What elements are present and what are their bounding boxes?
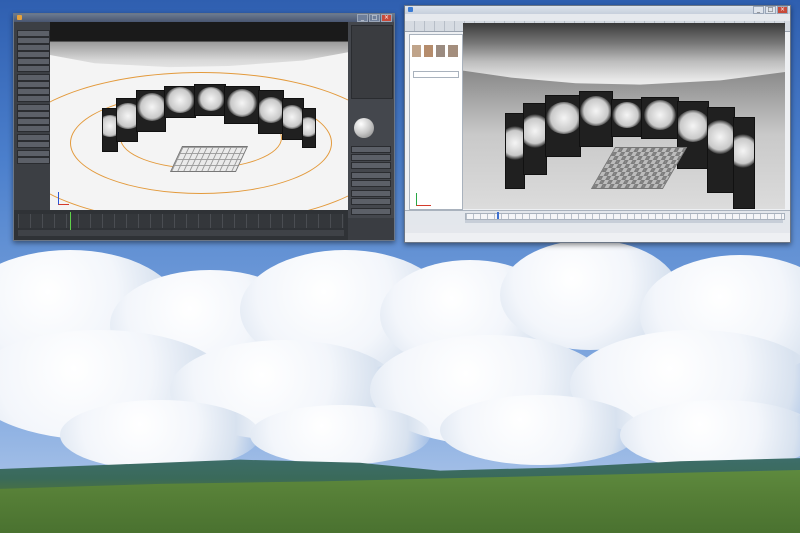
menu-bar[interactable] <box>405 14 790 21</box>
property-field[interactable] <box>351 154 391 161</box>
close-icon[interactable]: × <box>777 6 788 14</box>
scene-tree-panel[interactable] <box>409 34 463 210</box>
object-icons-row[interactable] <box>412 45 458 57</box>
left-window-titlebar[interactable]: _ □ × <box>14 14 394 22</box>
tool-button[interactable] <box>17 51 50 58</box>
tool-button[interactable] <box>17 125 50 132</box>
sky-panel <box>116 98 138 142</box>
close-icon[interactable]: × <box>381 14 392 22</box>
floor-grid <box>169 146 249 172</box>
tool-button[interactable] <box>17 65 50 72</box>
tool-shelf[interactable] <box>14 22 50 218</box>
tool-button[interactable] <box>17 95 50 102</box>
tool-button[interactable] <box>17 30 50 37</box>
right-window-titlebar[interactable]: _ □ × <box>405 6 790 14</box>
sky-panel <box>136 90 166 132</box>
sky-panel <box>733 117 755 209</box>
tool-button[interactable] <box>17 141 50 148</box>
axis-gizmo <box>416 193 431 206</box>
tool-button[interactable] <box>17 58 50 65</box>
sky-panel <box>641 97 679 139</box>
app-icon <box>17 15 22 20</box>
left-3d-viewport[interactable] <box>50 22 348 210</box>
sky-panel <box>164 86 196 118</box>
sky-panel <box>677 101 709 169</box>
right-3d-app-window[interactable]: _ □ × <box>404 5 791 243</box>
tool-button[interactable] <box>17 111 50 118</box>
floor-grid <box>590 147 688 189</box>
sky-panel <box>282 98 304 140</box>
app-icon <box>408 7 413 12</box>
sky-panel <box>302 108 316 148</box>
property-field[interactable] <box>351 198 391 205</box>
sky-panel <box>194 84 226 116</box>
maximize-icon[interactable]: □ <box>765 6 776 14</box>
tool-button[interactable] <box>17 118 50 125</box>
sky-panel <box>707 107 735 193</box>
tool-button[interactable] <box>17 81 50 88</box>
property-field[interactable] <box>351 162 391 169</box>
sky-panel <box>545 95 581 157</box>
tree-view[interactable] <box>412 129 460 183</box>
tool-button[interactable] <box>17 37 50 44</box>
sky-panel <box>505 113 525 189</box>
left-3d-app-window[interactable]: _ □ × <box>13 13 395 241</box>
tool-button[interactable] <box>17 157 50 164</box>
timeline-controls[interactable] <box>18 230 344 236</box>
property-field[interactable] <box>351 172 391 179</box>
maximize-icon[interactable]: □ <box>369 14 380 22</box>
timeline-scrollbar[interactable] <box>465 220 783 223</box>
playhead[interactable] <box>497 212 499 219</box>
tool-button[interactable] <box>17 150 50 157</box>
timeline[interactable] <box>405 210 790 225</box>
status-bar <box>405 225 790 233</box>
sky-panel <box>258 90 284 134</box>
sky-panel <box>523 103 547 175</box>
tool-button[interactable] <box>17 134 50 141</box>
minimize-icon[interactable]: _ <box>357 14 368 22</box>
timeline-ruler[interactable] <box>465 213 785 220</box>
sky-panel <box>611 99 643 137</box>
panel-field[interactable] <box>413 71 459 78</box>
property-field[interactable] <box>351 190 391 197</box>
sky-panel <box>579 91 613 147</box>
property-field[interactable] <box>351 208 391 215</box>
timeline[interactable] <box>14 210 348 240</box>
right-3d-viewport[interactable] <box>463 23 785 209</box>
tool-button[interactable] <box>17 104 50 111</box>
property-field[interactable] <box>351 146 391 153</box>
tool-button[interactable] <box>17 44 50 51</box>
outliner-list[interactable] <box>351 25 393 99</box>
dome-wall-top <box>50 22 348 68</box>
tool-button[interactable] <box>17 74 50 81</box>
properties-panel[interactable] <box>348 22 394 218</box>
material-preview-sphere <box>354 118 374 138</box>
minimize-icon[interactable]: _ <box>753 6 764 14</box>
timeline-ruler <box>18 214 344 228</box>
tool-button[interactable] <box>17 88 50 95</box>
property-field[interactable] <box>351 180 391 187</box>
playhead[interactable] <box>70 212 71 230</box>
sky-panel <box>224 86 260 124</box>
axis-gizmo <box>58 192 69 205</box>
dome-wall-top <box>463 23 785 85</box>
